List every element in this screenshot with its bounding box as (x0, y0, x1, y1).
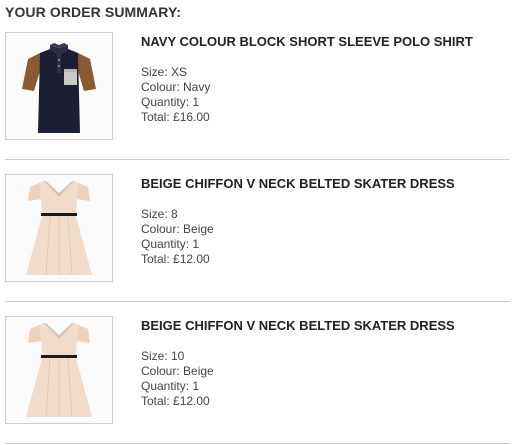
skater-dress-image[interactable] (5, 316, 113, 424)
item-colour: Colour: Navy (141, 80, 211, 94)
item-details: Size: 10 Colour: Beige Quantity: 1 Total… (141, 349, 214, 409)
polo-shirt-image[interactable] (5, 32, 113, 140)
item-name[interactable]: BEIGE CHIFFON V NECK BELTED SKATER DRESS (141, 318, 455, 333)
item-size: Size: 10 (141, 349, 185, 363)
item-name[interactable]: NAVY COLOUR BLOCK SHORT SLEEVE POLO SHIR… (141, 34, 473, 49)
order-item: NAVY COLOUR BLOCK SHORT SLEEVE POLO SHIR… (0, 18, 512, 160)
item-total: Total: £12.00 (141, 252, 210, 266)
order-item: BEIGE CHIFFON V NECK BELTED SKATER DRESS… (0, 302, 512, 444)
skater-dress-image[interactable] (5, 174, 113, 282)
item-divider (5, 443, 510, 444)
item-total: Total: £16.00 (141, 110, 210, 124)
order-item: BEIGE CHIFFON V NECK BELTED SKATER DRESS… (0, 160, 512, 302)
item-quantity: Quantity: 1 (141, 95, 200, 109)
item-size: Size: XS (141, 65, 188, 79)
item-total: Total: £12.00 (141, 394, 210, 408)
item-colour: Colour: Beige (141, 364, 214, 378)
item-details: Size: 8 Colour: Beige Quantity: 1 Total:… (141, 207, 214, 267)
item-size: Size: 8 (141, 207, 178, 221)
item-quantity: Quantity: 1 (141, 379, 200, 393)
item-colour: Colour: Beige (141, 222, 214, 236)
item-details: Size: XS Colour: Navy Quantity: 1 Total:… (141, 65, 210, 125)
item-name[interactable]: BEIGE CHIFFON V NECK BELTED SKATER DRESS (141, 176, 455, 191)
item-quantity: Quantity: 1 (141, 237, 200, 251)
